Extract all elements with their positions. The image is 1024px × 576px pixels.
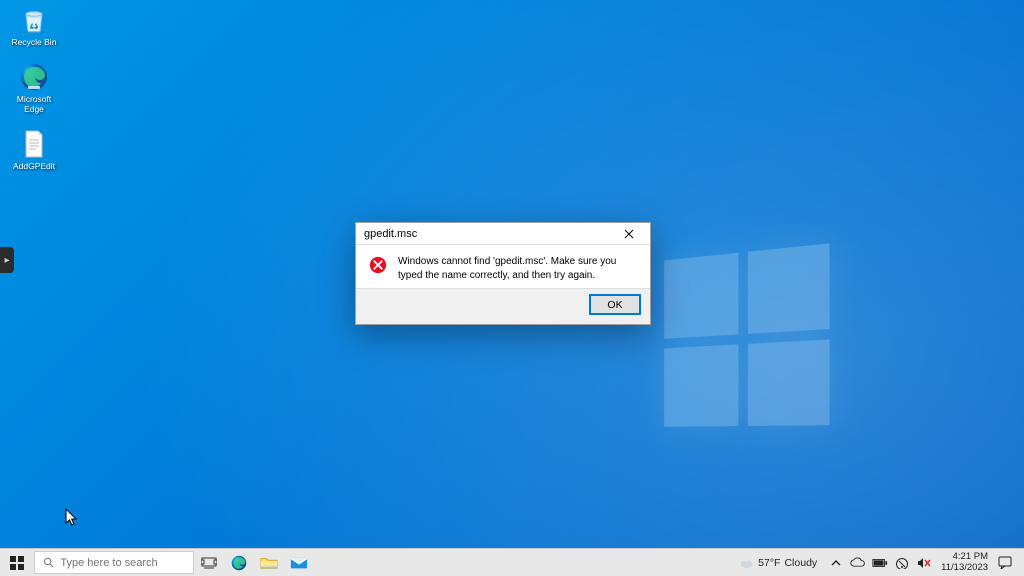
action-center-icon	[998, 556, 1012, 569]
tray-volume[interactable]	[913, 549, 935, 576]
desktop-icon-recycle-bin[interactable]: Recycle Bin	[6, 4, 62, 47]
desktop-icons: Recycle Bin Microsoft Edge AddGPEdit	[6, 4, 62, 171]
tray-battery[interactable]	[869, 549, 891, 576]
dialog-titlebar[interactable]: gpedit.msc	[356, 223, 650, 245]
taskbar-app-mail[interactable]	[284, 549, 314, 576]
taskbar: 57°F Cloudy 4:21 PM 11/13/2023	[0, 548, 1024, 576]
speaker-muted-icon	[917, 557, 931, 569]
tray-weather-temp: 57°F	[758, 557, 780, 569]
desktop-wallpaper: Recycle Bin Microsoft Edge AddGPEdit ▸	[0, 0, 1024, 576]
battery-icon	[872, 558, 888, 568]
desktop-icon-label: Microsoft Edge	[6, 95, 62, 114]
tray-clock[interactable]: 4:21 PM 11/13/2023	[935, 552, 994, 573]
dialog-title-text: gpedit.msc	[364, 228, 417, 240]
wallpaper-windows-logo	[664, 243, 836, 433]
desktop-icon-label: Recycle Bin	[12, 38, 57, 47]
tray-time: 4:21 PM	[941, 552, 988, 562]
desktop-icon-microsoft-edge[interactable]: Microsoft Edge	[6, 61, 62, 114]
wifi-off-icon	[895, 557, 909, 569]
ok-button[interactable]: OK	[590, 295, 640, 314]
side-panel-handle[interactable]: ▸	[0, 247, 14, 273]
tray-onedrive[interactable]	[847, 549, 869, 576]
edge-icon	[230, 554, 248, 572]
error-icon	[368, 255, 388, 282]
taskview-button[interactable]	[194, 549, 224, 576]
taskbar-app-file-explorer[interactable]	[254, 549, 284, 576]
edge-icon	[18, 61, 50, 93]
desktop-icon-addgpedit[interactable]: AddGPEdit	[6, 128, 62, 171]
dialog-close-button[interactable]	[614, 225, 644, 243]
taskview-icon	[201, 556, 217, 570]
folder-icon	[260, 555, 278, 571]
cloud-icon	[850, 557, 866, 569]
taskbar-app-edge[interactable]	[224, 549, 254, 576]
mouse-cursor	[65, 508, 79, 528]
start-button[interactable]	[0, 549, 34, 576]
tray-action-center[interactable]	[994, 549, 1016, 576]
weather-cloudy-icon	[738, 556, 754, 570]
search-icon	[43, 556, 54, 569]
text-file-icon	[18, 128, 50, 160]
taskbar-search[interactable]	[34, 551, 194, 574]
tray-weather-cond: Cloudy	[784, 557, 817, 569]
tray-date: 11/13/2023	[941, 563, 988, 573]
recycle-bin-icon	[18, 4, 50, 36]
system-tray: 57°F Cloudy 4:21 PM 11/13/2023	[730, 549, 1024, 576]
search-input[interactable]	[60, 557, 185, 569]
tray-network[interactable]	[891, 549, 913, 576]
tray-weather[interactable]: 57°F Cloudy	[730, 549, 825, 576]
chevron-up-icon	[831, 558, 841, 568]
desktop-icon-label: AddGPEdit	[13, 162, 55, 171]
tray-overflow[interactable]	[825, 549, 847, 576]
error-dialog: gpedit.msc Windows cannot find 'gpedit.m…	[355, 222, 651, 325]
mail-icon	[290, 556, 308, 570]
windows-logo-icon	[10, 556, 24, 570]
dialog-message: Windows cannot find 'gpedit.msc'. Make s…	[398, 255, 638, 282]
close-icon	[624, 229, 634, 239]
